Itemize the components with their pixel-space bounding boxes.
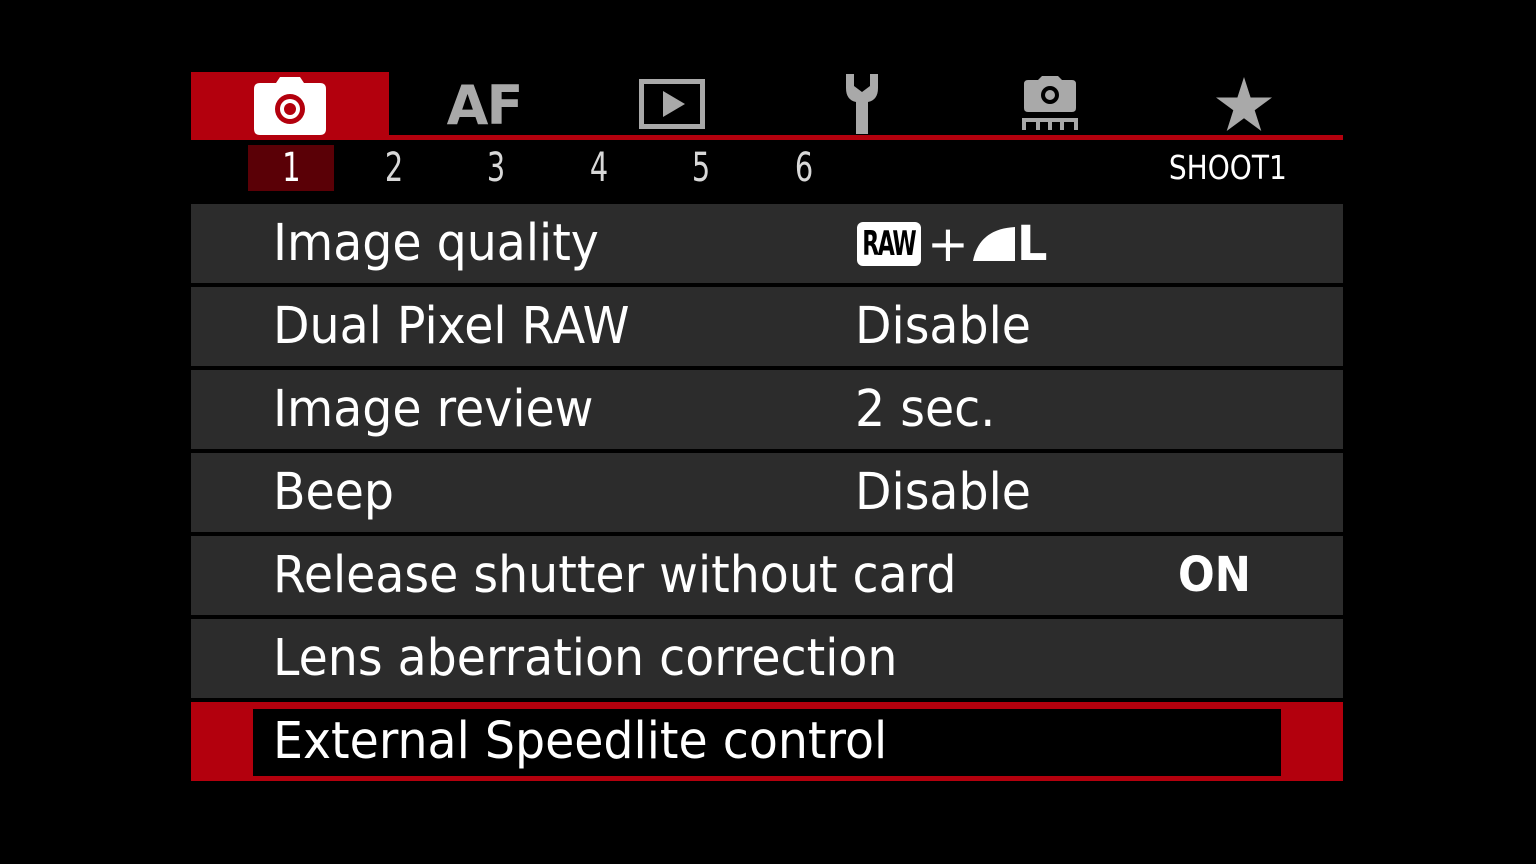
page-6[interactable]: 6	[770, 145, 839, 191]
menu-item-value: ON	[1178, 547, 1251, 603]
menu-item-label: Image quality	[273, 214, 599, 273]
menu-item-dual-pixel-raw[interactable]: Dual Pixel RAW Disable	[191, 287, 1343, 366]
page-selector: 1 2 3 4 5 6 SHOOT1	[191, 140, 1343, 204]
menu-item-label: Image review	[273, 380, 594, 439]
page-5[interactable]: 5	[667, 145, 736, 191]
tab-custom-functions[interactable]	[951, 72, 1149, 135]
menu-item-value: Disable	[855, 463, 1031, 522]
jpeg-fine-icon	[972, 227, 1015, 261]
af-tab-label: AF	[446, 73, 524, 137]
playback-icon	[639, 78, 705, 129]
menu-item-label: Release shutter without card	[273, 546, 957, 605]
tab-playback[interactable]	[573, 72, 771, 135]
menu-item-lens-aberration-correction[interactable]: Lens aberration correction	[191, 619, 1343, 698]
page-1[interactable]: 1	[248, 145, 334, 191]
menu-item-label: Dual Pixel RAW	[273, 297, 630, 356]
page-4[interactable]: 4	[565, 145, 634, 191]
menu-item-external-speedlite-control[interactable]: External Speedlite control	[191, 702, 1343, 781]
custom-function-icon	[1022, 75, 1078, 130]
star-icon	[1216, 76, 1272, 131]
plus-sign: +	[927, 215, 969, 273]
menu-item-label: External Speedlite control	[273, 712, 888, 771]
menu-item-value: 2 sec.	[855, 380, 996, 439]
page-1-label: 1	[281, 145, 301, 191]
raw-badge: RAW	[857, 222, 921, 266]
menu-item-beep[interactable]: Beep Disable	[191, 453, 1343, 532]
menu-item-label: Lens aberration correction	[273, 629, 898, 688]
camera-menu: AF 1 2 3 4 5 6 SHOOT1 Image quality RAW …	[191, 72, 1343, 784]
jpeg-size: L	[1016, 216, 1048, 272]
menu-item-image-quality[interactable]: Image quality RAW + L	[191, 204, 1343, 283]
category-tab-bar: AF	[191, 72, 1343, 140]
tab-my-menu[interactable]	[1145, 72, 1343, 135]
tab-setup[interactable]	[763, 72, 961, 135]
image-quality-value: RAW + L	[857, 215, 1048, 273]
camera-icon	[254, 77, 326, 135]
raw-badge-text: RAW	[862, 224, 917, 264]
menu-item-image-review[interactable]: Image review 2 sec.	[191, 370, 1343, 449]
page-2[interactable]: 2	[360, 145, 429, 191]
menu-item-value: Disable	[855, 297, 1031, 356]
page-title: SHOOT1	[1168, 148, 1287, 187]
page-3[interactable]: 3	[462, 145, 531, 191]
tab-shooting[interactable]	[191, 72, 389, 140]
menu-item-release-shutter-without-card[interactable]: Release shutter without card ON	[191, 536, 1343, 615]
wrench-icon	[846, 73, 878, 134]
tab-af[interactable]: AF	[385, 72, 583, 135]
menu-item-label: Beep	[273, 463, 395, 522]
